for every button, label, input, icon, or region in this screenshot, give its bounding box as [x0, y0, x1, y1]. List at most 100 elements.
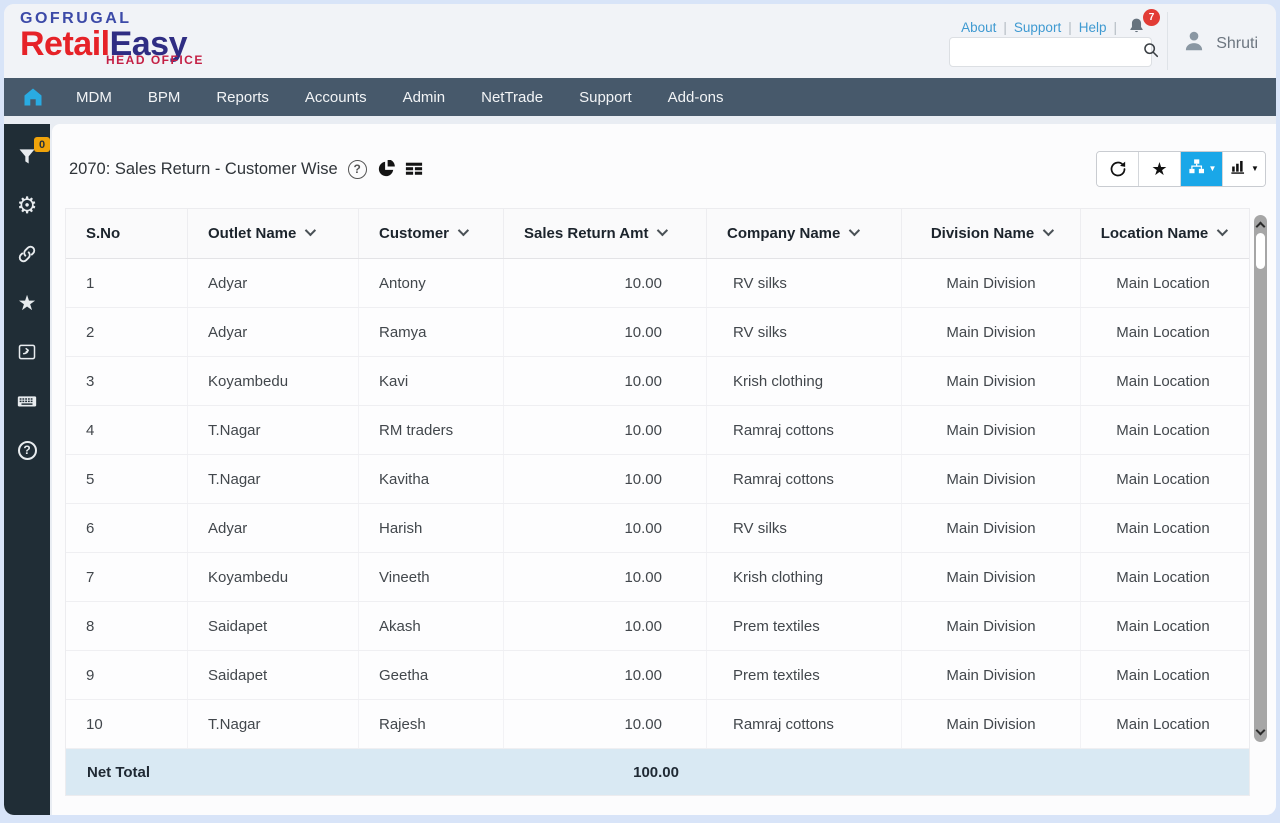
nav-item-mdm[interactable]: MDM	[58, 78, 130, 116]
nav-item-accounts[interactable]: Accounts	[287, 78, 385, 116]
help-link[interactable]: Help	[1079, 20, 1107, 35]
filter-icon[interactable]: 0	[15, 137, 50, 168]
column-header-customer[interactable]: Customer	[359, 209, 504, 258]
column-label: Division Name	[930, 225, 1035, 242]
nav-item-admin[interactable]: Admin	[385, 78, 464, 116]
nav-item-nettrade[interactable]: NetTrade	[463, 78, 561, 116]
column-header-division[interactable]: Division Name	[902, 209, 1081, 258]
scroll-down-icon[interactable]	[1255, 725, 1266, 736]
cell-company: Ramraj cottons	[707, 455, 902, 503]
link-separator: |	[1113, 19, 1117, 35]
table-row[interactable]: 5 T.Nagar Kavitha 10.00 Ramraj cottons M…	[66, 455, 1249, 504]
cell-sno: 1	[66, 259, 188, 307]
cell-division: Main Division	[902, 700, 1081, 748]
chevron-down-icon	[849, 224, 861, 237]
cell-location: Main Location	[1116, 666, 1210, 684]
cell-customer: Geetha	[359, 651, 504, 699]
search-icon[interactable]	[1142, 41, 1160, 64]
user-menu[interactable]: Shruti	[1181, 28, 1258, 59]
link-icon[interactable]	[15, 242, 39, 266]
main-navbar: MDM BPM Reports Accounts Admin NetTrade …	[4, 78, 1276, 116]
refresh-button[interactable]	[1097, 152, 1139, 186]
net-total-amount: 100.00	[633, 763, 679, 781]
header-divider	[1167, 12, 1168, 70]
support-link[interactable]: Support	[1014, 20, 1061, 35]
nav-item-addons[interactable]: Add-ons	[650, 78, 742, 116]
table-row[interactable]: 10 T.Nagar Rajesh 10.00 Ramraj cottons M…	[66, 700, 1249, 749]
cell-division: Main Division	[902, 602, 1081, 650]
cell-amount: 10.00	[504, 308, 707, 356]
user-name: Shruti	[1216, 34, 1258, 52]
chevron-down-icon	[457, 224, 470, 237]
sidebar-help-icon[interactable]: ?	[15, 438, 39, 462]
star-icon: ★	[1151, 159, 1168, 179]
report-title: 2070: Sales Return - Customer Wise	[69, 159, 338, 178]
app-logo: GOFRUGAL RetailEasy HEAD OFFICE	[20, 11, 204, 67]
caret-down-icon: ▼	[1208, 164, 1217, 173]
table-view-icon[interactable]	[405, 160, 423, 178]
about-link[interactable]: About	[961, 20, 996, 35]
cell-company: Prem textiles	[707, 651, 902, 699]
table-row[interactable]: 6 Adyar Harish 10.00 RV silks Main Divis…	[66, 504, 1249, 553]
cell-division: Main Division	[902, 406, 1081, 454]
column-label: Outlet Name	[208, 225, 297, 242]
table-row[interactable]: 9 Saidapet Geetha 10.00 Prem textiles Ma…	[66, 651, 1249, 700]
search-input[interactable]	[950, 38, 1142, 66]
window-shortcut-icon[interactable]	[15, 340, 39, 364]
favorite-button[interactable]: ★	[1139, 152, 1181, 186]
cell-location: Main Location	[1116, 470, 1210, 488]
column-header-amount[interactable]: Sales Return Amt	[504, 209, 707, 258]
report-help-icon[interactable]: ?	[347, 159, 367, 179]
notifications-button[interactable]: 7	[1126, 9, 1160, 38]
nav-item-bpm[interactable]: BPM	[130, 78, 199, 116]
pie-chart-icon[interactable]	[377, 160, 395, 178]
cell-amount: 10.00	[504, 406, 707, 454]
home-icon[interactable]	[20, 84, 46, 110]
favorites-star-icon[interactable]: ★	[15, 291, 39, 315]
cell-location: Main Location	[1116, 421, 1210, 439]
cell-sno: 4	[66, 406, 188, 454]
cell-amount: 10.00	[504, 553, 707, 601]
cell-location: Main Location	[1116, 519, 1210, 537]
cell-customer: Antony	[359, 259, 504, 307]
cell-division: Main Division	[902, 651, 1081, 699]
column-header-outlet[interactable]: Outlet Name	[188, 209, 359, 258]
net-total-row: Net Total 100.00	[66, 749, 1249, 795]
report-header: 2070: Sales Return - Customer Wise ? ★ ▼…	[65, 150, 1266, 188]
nav-item-support[interactable]: Support	[561, 78, 650, 116]
cell-division: Main Division	[902, 504, 1081, 552]
scroll-up-icon[interactable]	[1255, 221, 1266, 232]
table-row[interactable]: 7 Koyambedu Vineeth 10.00 Krish clothing…	[66, 553, 1249, 602]
help-glyph: ?	[17, 440, 37, 460]
chevron-down-icon	[305, 224, 317, 237]
table-row[interactable]: 2 Adyar Ramya 10.00 RV silks Main Divisi…	[66, 308, 1249, 357]
scrollbar-thumb[interactable]	[1256, 233, 1265, 269]
cell-outlet: T.Nagar	[188, 406, 359, 454]
chart-view-button[interactable]: ▼	[1223, 152, 1265, 186]
table-row[interactable]: 3 Koyambedu Kavi 10.00 Krish clothing Ma…	[66, 357, 1249, 406]
cell-outlet: Saidapet	[188, 602, 359, 650]
cell-outlet: Koyambedu	[188, 553, 359, 601]
settings-gear-icon[interactable]: ⚙	[15, 193, 39, 217]
link-separator: |	[1003, 19, 1007, 35]
column-header-sno[interactable]: S.No	[66, 209, 188, 258]
table-row[interactable]: 1 Adyar Antony 10.00 RV silks Main Divis…	[66, 259, 1249, 308]
keyboard-icon[interactable]	[15, 389, 39, 413]
table-body: 1 Adyar Antony 10.00 RV silks Main Divis…	[66, 259, 1249, 749]
cell-outlet: Saidapet	[188, 651, 359, 699]
cell-outlet: Adyar	[188, 308, 359, 356]
cell-customer: Kavitha	[359, 455, 504, 503]
table-row[interactable]: 4 T.Nagar RM traders 10.00 Ramraj cotton…	[66, 406, 1249, 455]
cell-amount: 10.00	[504, 504, 707, 552]
cell-company: RV silks	[707, 308, 902, 356]
column-header-location[interactable]: Location Name	[1081, 209, 1245, 258]
table-scrollbar[interactable]	[1254, 215, 1267, 742]
top-header: GOFRUGAL RetailEasy HEAD OFFICE About | S…	[4, 4, 1276, 78]
nav-item-reports[interactable]: Reports	[198, 78, 287, 116]
cell-sno: 10	[66, 700, 188, 748]
hierarchy-view-button[interactable]: ▼	[1181, 152, 1223, 186]
column-header-company[interactable]: Company Name	[707, 209, 902, 258]
table-row[interactable]: 8 Saidapet Akash 10.00 Prem textiles Mai…	[66, 602, 1249, 651]
cell-company: RV silks	[707, 504, 902, 552]
global-search	[949, 37, 1159, 67]
